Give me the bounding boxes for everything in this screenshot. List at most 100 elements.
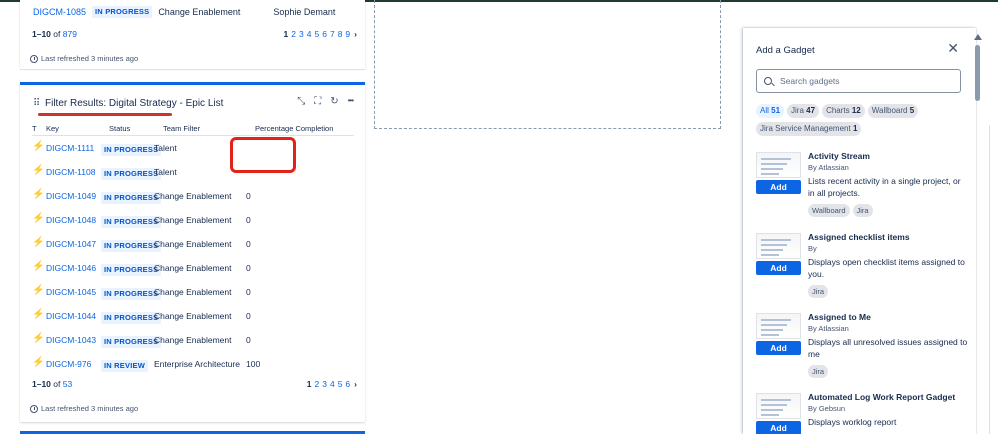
issue-key-link[interactable]: DIGCM-1043	[46, 335, 96, 345]
close-icon[interactable]: ✕	[947, 40, 959, 57]
chip-label: All	[760, 106, 769, 115]
gadget-tag: Jira	[808, 285, 829, 298]
chip-count: 5	[909, 106, 915, 115]
table-row: ⚡ DIGCM-1108 IN PROGRESS Talent	[32, 165, 354, 180]
annotation-underline	[38, 113, 172, 116]
refreshed-text: Last refreshed 3 minutes ago	[41, 404, 139, 413]
filter-chip[interactable]: Charts 12	[822, 104, 865, 118]
page-link[interactable]: 5	[338, 379, 343, 389]
add-button[interactable]: Add	[756, 341, 801, 355]
team-cell: Change Enablement	[154, 287, 232, 297]
issue-key-link[interactable]: DIGCM-1047	[46, 239, 96, 249]
status-lozenge: IN PROGRESS	[101, 144, 162, 156]
issue-key-link[interactable]: DIGCM-1048	[46, 215, 96, 225]
status-lozenge: IN PROGRESS	[92, 6, 153, 18]
gadget-tag: Jira	[808, 365, 829, 378]
status-lozenge: IN PROGRESS	[101, 264, 162, 276]
gadget-author: By	[808, 244, 817, 253]
fullscreen-icon[interactable]: ⛶	[314, 96, 321, 107]
epic-icon: ⚡	[32, 213, 45, 224]
gadget-tags: Wallboard Jira	[808, 204, 873, 217]
page-link[interactable]: 4	[330, 379, 335, 389]
issue-key-link[interactable]: DIGCM-1049	[46, 191, 96, 201]
minimize-icon[interactable]: ⤡	[297, 96, 305, 107]
filter-chip[interactable]: Wallboard 5	[867, 104, 919, 118]
page-link[interactable]: 7	[330, 29, 335, 39]
add-button[interactable]: Add	[756, 261, 801, 275]
next-page-icon[interactable]: ›	[354, 29, 357, 39]
issue-key-link[interactable]: DIGCM-1108	[46, 167, 95, 177]
page-link[interactable]: 1	[307, 379, 312, 389]
gadget-description: Displays open checklist items assigned t…	[808, 257, 965, 279]
page-link[interactable]: 5	[314, 29, 319, 39]
table-row: ⚡ DIGCM-1048 IN PROGRESS Change Enablement 0	[32, 213, 354, 228]
page-link[interactable]: 1	[284, 29, 289, 39]
gadget-tag: Wallboard	[808, 204, 850, 217]
page-link[interactable]: 6	[345, 379, 350, 389]
table-row: ⚡ DIGCM-1046 IN PROGRESS Change Enablement 0	[32, 261, 354, 276]
issue-key-link[interactable]: DIGCM-1045	[46, 287, 96, 297]
filter-chip[interactable]: All 51	[756, 104, 785, 118]
refresh-icon[interactable]: ↻	[330, 96, 338, 107]
status-lozenge: IN PROGRESS	[101, 240, 162, 252]
col-team[interactable]: Team Filter	[163, 124, 200, 133]
page-link[interactable]: 2	[314, 379, 319, 389]
status-lozenge: IN PROGRESS	[101, 168, 162, 180]
more-icon[interactable]: •••	[348, 96, 354, 107]
add-button[interactable]: Add	[756, 421, 801, 434]
scroll-up-icon[interactable]	[974, 34, 982, 40]
total-link[interactable]: 879	[63, 29, 77, 39]
page-link[interactable]: 9	[345, 29, 350, 39]
search-field[interactable]	[756, 69, 961, 93]
search-input[interactable]	[780, 76, 950, 86]
page-link[interactable]: 6	[322, 29, 327, 39]
page-links: 1 2 3 4 5 6 7 8 9 ›	[281, 29, 357, 39]
table-row: ⚡ DIGCM-1045 IN PROGRESS Change Enablement 0	[32, 285, 354, 300]
gadget-header: ⠿ Filter Results: Digital Strategy - Epi…	[20, 95, 365, 111]
gadget-name: Assigned to Me	[808, 312, 871, 322]
page-scrollbar-track[interactable]	[989, 125, 998, 434]
gadget-thumbnail	[756, 313, 801, 339]
next-page-icon[interactable]: ›	[354, 379, 357, 389]
of-label: of	[53, 29, 61, 39]
result-range: 1–10 of 879	[32, 29, 77, 39]
table-row: ⚡ DIGCM-1044 IN PROGRESS Change Enablement 0	[32, 309, 354, 324]
gadget-name: Activity Stream	[808, 151, 870, 161]
col-type[interactable]: T	[32, 124, 37, 133]
table-row: ⚡ DIGCM-976 IN REVIEW Enterprise Architectu…	[32, 357, 354, 372]
pagination: 1–10 of 879 1 2 3 4 5 6 7 8 9 ›	[32, 29, 357, 39]
issue-key-link[interactable]: DIGCM-1044	[46, 311, 96, 321]
filter-chip[interactable]: Jira Service Management 1	[756, 122, 862, 136]
issue-key-link[interactable]: DIGCM-976	[46, 359, 91, 369]
issue-key-link[interactable]: DIGCM-1085	[33, 7, 86, 17]
percentage-cell: 0	[246, 311, 251, 321]
search-icon	[764, 77, 772, 85]
team-cell: Change Enablement	[154, 311, 232, 321]
annotation-box	[230, 137, 296, 173]
col-percentage[interactable]: Percentage Completion	[255, 124, 333, 133]
gadget-drop-zone[interactable]	[374, 0, 721, 129]
team-cell: Change Enablement	[154, 335, 232, 345]
epic-icon: ⚡	[32, 141, 45, 152]
col-status[interactable]: Status	[109, 124, 130, 133]
scrollbar-thumb[interactable]	[975, 45, 980, 101]
chip-label: Wallboard	[871, 106, 908, 115]
gadget-title: Filter Results: Digital Strategy - Epic …	[45, 97, 224, 109]
gadget-thumbnail	[756, 233, 801, 259]
page-link[interactable]: 4	[307, 29, 312, 39]
page-link[interactable]: 3	[322, 379, 327, 389]
col-key[interactable]: Key	[46, 124, 59, 133]
filter-chip[interactable]: Jira 47	[787, 104, 820, 118]
page-link[interactable]: 3	[299, 29, 304, 39]
total-link[interactable]: 53	[63, 379, 72, 389]
chip-label: Jira	[791, 106, 804, 115]
drag-handle-icon[interactable]: ⠿	[33, 98, 42, 109]
issue-key-link[interactable]: DIGCM-1111	[46, 143, 94, 153]
team-cell: Talent	[154, 143, 177, 153]
add-button[interactable]: Add	[756, 180, 801, 194]
page-link[interactable]: 8	[338, 29, 343, 39]
chip-count: 51	[771, 106, 781, 115]
table-row: DIGCM-1085 IN PROGRESS Change Enablement…	[33, 6, 335, 18]
issue-key-link[interactable]: DIGCM-1046	[46, 263, 96, 273]
page-link[interactable]: 2	[291, 29, 296, 39]
